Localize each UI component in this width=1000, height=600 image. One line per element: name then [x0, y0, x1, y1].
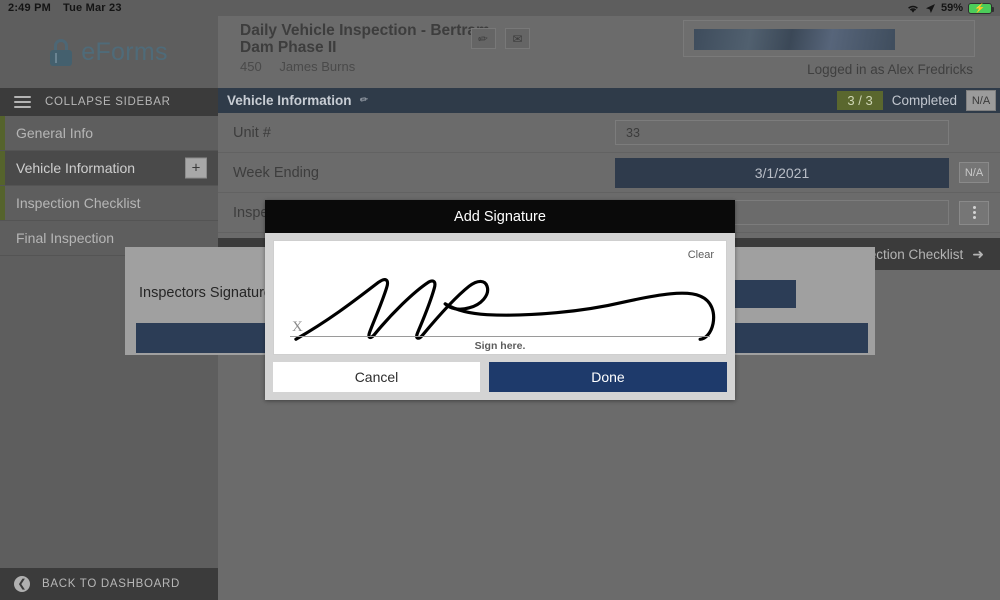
section-count-badge: 3 / 3 — [837, 91, 883, 110]
status-time: 2:49 PM — [8, 2, 51, 14]
form-header: Daily Vehicle Inspection - Bertram Dam P… — [218, 16, 1000, 88]
signature-baseline — [290, 336, 710, 337]
completion-accent — [0, 186, 5, 220]
signature-x-marker: X — [292, 319, 303, 335]
battery-charging-icon: ⚡ — [968, 2, 994, 14]
project-number: 450 — [240, 59, 262, 74]
field-control: 33 — [615, 120, 949, 145]
week-ending-na-button[interactable]: N/A — [959, 162, 989, 183]
inspectors-signature-label: Inspectors Signature — [139, 285, 272, 301]
hamburger-icon — [14, 96, 31, 108]
envelope-icon: ✉ — [512, 31, 523, 46]
form-row-unit: Unit # 33 — [218, 113, 1000, 153]
sign-here-hint: Sign here. — [474, 340, 526, 352]
status-indicators: 59% ⚡ — [906, 2, 994, 14]
collapse-sidebar-label: COLLAPSE SIDEBAR — [45, 96, 171, 108]
signature-stroke — [294, 278, 716, 341]
status-date: Tue Mar 23 — [62, 2, 122, 14]
sidebar-item-inspection-checklist[interactable]: Inspection Checklist — [0, 186, 218, 221]
title-action-buttons: ✏ ✉ — [471, 28, 530, 49]
collapse-sidebar-button[interactable]: COLLAPSE SIDEBAR — [0, 88, 218, 116]
arrow-right-icon: ➜ — [972, 245, 984, 262]
ios-status-bar: 2:49 PM Tue Mar 23 59% ⚡ — [0, 0, 1000, 16]
done-button[interactable]: Done — [488, 362, 727, 392]
add-section-button[interactable]: + — [185, 157, 207, 179]
wifi-icon — [908, 5, 918, 13]
back-arrow-circle-icon: ❮ — [14, 576, 30, 592]
lock-icon — [50, 38, 73, 66]
form-row-week-ending: Week Ending 3/1/2021 N/A — [218, 153, 1000, 193]
field-label: Week Ending — [233, 164, 319, 181]
sidebar-item-general-info[interactable]: General Info — [0, 116, 218, 151]
page-title: Daily Vehicle Inspection - Bertram Dam P… — [240, 22, 490, 56]
email-form-button[interactable]: ✉ — [505, 28, 530, 49]
back-to-dashboard-label: BACK TO DASHBOARD — [42, 578, 181, 590]
sidebar-item-label: General Info — [16, 125, 94, 141]
section-status-group: 3 / 3 Completed N/A — [837, 90, 1000, 111]
field-control: 3/1/2021 — [615, 157, 949, 188]
modal-action-buttons: Cancel Done — [273, 362, 727, 392]
section-na-button[interactable]: N/A — [966, 90, 996, 111]
signature-canvas[interactable]: Clear X Sign here. — [273, 240, 727, 355]
company-logo-image — [694, 29, 895, 50]
project-contact: James Burns — [279, 59, 356, 74]
sidebar-item-label: Inspection Checklist — [16, 195, 141, 211]
completion-accent — [0, 116, 5, 150]
completion-accent — [0, 221, 5, 255]
edit-form-button[interactable]: ✏ — [471, 28, 496, 49]
brand-label: eForms — [81, 37, 168, 66]
pencil-icon[interactable]: ✏ — [359, 94, 369, 106]
sidebar-item-label: Final Inspection — [16, 230, 115, 246]
battery-percent: 59% — [940, 2, 963, 14]
location-arrow-icon — [925, 3, 935, 13]
sidebar-item-vehicle-information[interactable]: Vehicle Information + — [0, 151, 218, 186]
field-label: Unit # — [233, 124, 271, 141]
sidebar-item-label: Vehicle Information — [16, 160, 136, 176]
logged-in-user: Logged in as Alex Fredricks — [807, 62, 973, 77]
cancel-button[interactable]: Cancel — [273, 362, 480, 392]
unit-number-input[interactable]: 33 — [615, 120, 949, 145]
company-logo-container — [683, 20, 975, 57]
section-header: Vehicle Information ✏ 3 / 3 Completed N/… — [218, 88, 1000, 113]
add-signature-modal: Add Signature Clear X Sign here. Cancel … — [265, 200, 735, 400]
completion-accent — [0, 151, 5, 185]
back-to-dashboard-button[interactable]: ❮ BACK TO DASHBOARD — [0, 568, 218, 600]
modal-title: Add Signature — [265, 200, 735, 233]
section-status-label: Completed — [891, 93, 957, 108]
app-brand: eForms — [0, 16, 218, 88]
vertical-dots-icon[interactable] — [959, 200, 989, 225]
section-title: Vehicle Information — [227, 93, 352, 108]
week-ending-date-button[interactable]: 3/1/2021 — [615, 157, 949, 188]
app-root: 2:49 PM Tue Mar 23 59% ⚡ eForms COLLAPSE… — [0, 0, 1000, 600]
pencil-icon: ✏ — [477, 30, 490, 47]
